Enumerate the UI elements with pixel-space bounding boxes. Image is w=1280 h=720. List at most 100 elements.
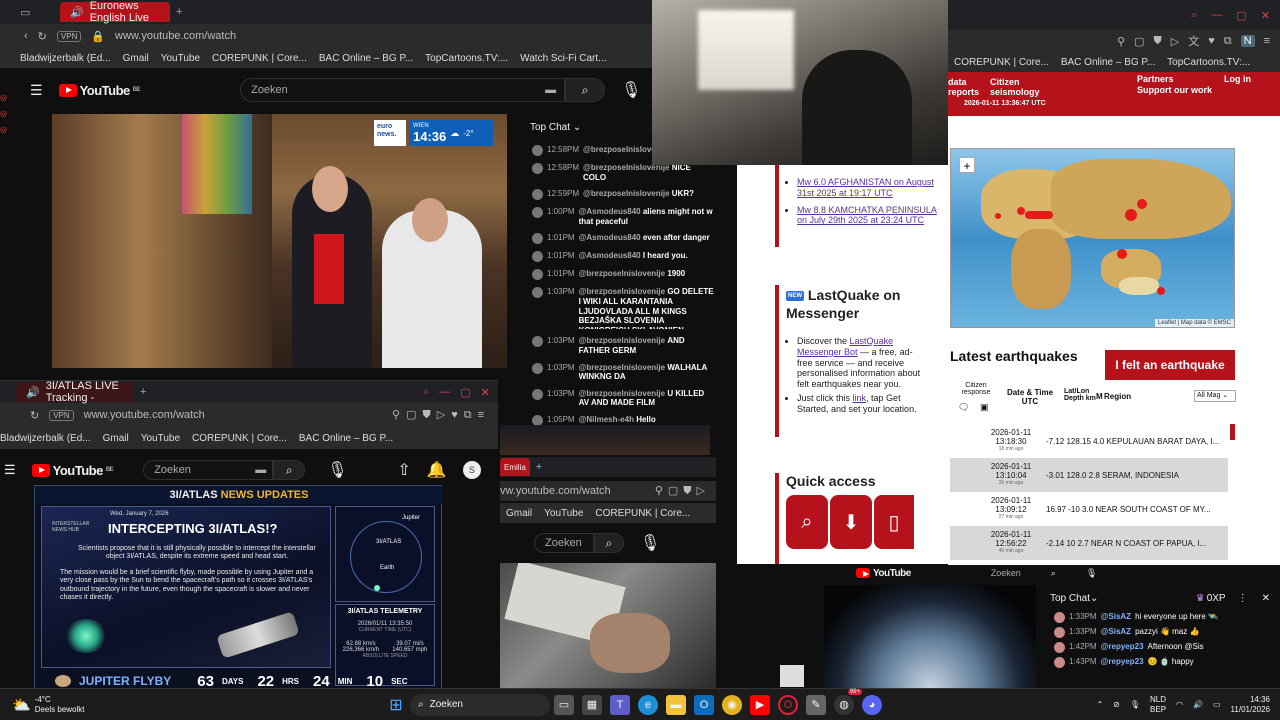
bookmark-item[interactable]: YouTube — [544, 508, 583, 519]
search-button[interactable]: ⌕ — [594, 533, 624, 553]
reload-icon[interactable]: ↻ — [38, 30, 47, 43]
table-row[interactable]: 2026-01-11 12:56:22 40 min ago -2.14 10 2.7… — [950, 526, 1228, 560]
reload-icon[interactable]: ↻ — [30, 409, 39, 422]
new-tab-button[interactable]: + — [140, 386, 146, 398]
nav-data-reports[interactable]: data reports — [948, 77, 979, 98]
outlook-icon[interactable]: O — [694, 694, 714, 715]
vpn-badge[interactable]: VPN — [56, 30, 82, 42]
col-latlon[interactable]: Lat/Lon Depth km — [1064, 388, 1096, 402]
quake-marker[interactable] — [1157, 287, 1165, 295]
bookmark-item[interactable]: COREPUNK | Core... — [954, 57, 1049, 68]
avatar[interactable] — [532, 163, 543, 174]
search-input[interactable]: Zoeken ▬ — [143, 460, 274, 480]
wifi-icon[interactable]: ◠ — [1176, 700, 1183, 709]
calculator-icon[interactable]: ▦ — [582, 694, 602, 715]
messenger-link[interactable]: link — [853, 393, 867, 403]
mic-icon[interactable]: 🎙 — [327, 460, 347, 480]
avatar[interactable] — [1054, 657, 1065, 668]
teams-icon[interactable]: T — [610, 694, 630, 715]
bookmark-item[interactable]: Bladwijzerbalk (Ed... — [0, 433, 91, 444]
table-row[interactable]: 2026-01-11 13:18:30 18 min ago -7.12 128.15… — [950, 424, 1228, 458]
extensions-icon[interactable]: ⧉ — [1224, 35, 1232, 48]
bookmark-item[interactable]: Watch Sci-Fi Cart... — [520, 53, 606, 64]
url-field[interactable]: www.youtube.com/watch — [115, 30, 236, 42]
avatar[interactable] — [532, 336, 543, 348]
tab-atlas[interactable]: 🔊 3I/ATLAS LIVE Tracking - — [16, 381, 134, 404]
youtube-logo[interactable]: YouTube BE — [58, 83, 141, 98]
profile-icon[interactable]: N — [1240, 35, 1255, 47]
chat-username[interactable]: @SisAZ — [1101, 627, 1131, 637]
chat-header[interactable]: Top Chat ⌄ ♛ 0XP ⋮ ✕ — [1040, 585, 1280, 612]
felt-earthquake-button[interactable]: I felt an earthquake — [1105, 350, 1235, 380]
play-icon[interactable]: ▷ — [1171, 35, 1179, 48]
vpn-badge[interactable]: VPN — [49, 409, 74, 421]
menu-icon[interactable]: ☰ — [4, 462, 16, 478]
pin-icon[interactable]: ⚲ — [1117, 35, 1125, 48]
nav-partners[interactable]: Partners Support our work — [1137, 74, 1212, 96]
clock[interactable]: 14:36 11/01/2026 — [1231, 695, 1270, 714]
volume-icon[interactable]: 🔊 — [1193, 700, 1203, 709]
bookmark-item[interactable]: TopCartoons.TV:... — [1167, 57, 1250, 68]
avatar[interactable] — [532, 414, 543, 425]
language-indicator[interactable]: NLD BEP — [1150, 695, 1166, 714]
shield-icon[interactable]: ⛊ — [1154, 35, 1162, 48]
notepad-icon[interactable]: ✎ — [806, 694, 826, 715]
login-button[interactable]: Log in — [1224, 74, 1251, 84]
toolbar-icons[interactable]: ⚲▢⛊▷ — [655, 484, 710, 498]
search-quake-icon[interactable]: ⌕ — [786, 495, 828, 549]
avatar[interactable] — [532, 233, 543, 245]
earthquake-map[interactable]: + Leaflet | Map data © EMSC — [950, 148, 1235, 328]
bookmark-item[interactable]: COREPUNK | Core... — [595, 508, 690, 519]
mag-select[interactable]: All Mag ⌄ — [1194, 390, 1236, 402]
atlas-stream[interactable]: 3I/ATLAS NEWS UPDATES Wed, January 7, 20… — [34, 485, 443, 688]
maximize-icon[interactable]: ▢ — [1236, 9, 1246, 22]
youtube-icon[interactable]: ▶ — [750, 694, 770, 715]
bookmark-item[interactable]: TopCartoons.TV:... — [425, 53, 508, 64]
tab-emilia[interactable]: Emilia — [500, 458, 530, 476]
screenshot-icon[interactable]: ▢ — [1134, 35, 1144, 48]
table-row[interactable]: 2026-01-11 13:10:04 26 min ago -3.01 128.0 … — [950, 458, 1228, 492]
col-region[interactable]: Region — [1104, 392, 1131, 401]
chat-username[interactable]: @Nilmesh-e4h — [579, 415, 634, 424]
zoom-in-button[interactable]: + — [959, 157, 975, 173]
back-icon[interactable]: ‹ — [24, 30, 28, 42]
search-icon[interactable]: ⌕ — [1191, 9, 1197, 22]
share-icon[interactable]: ⇧ — [398, 460, 411, 480]
chat-username[interactable]: @brezposelnislove — [583, 145, 656, 154]
mic-icon[interactable]: 🎙 — [621, 80, 641, 100]
bookmark-item[interactable]: COREPUNK | Core... — [212, 53, 307, 64]
download-icon[interactable]: ⬇ — [830, 495, 872, 549]
bookmark-item[interactable]: BAC Online – BG P... — [299, 433, 393, 444]
toolbar-icons[interactable]: ⚲▢⛊▷♥⧉≡ — [392, 408, 490, 422]
chevron-up-icon[interactable]: ⌃ — [1096, 700, 1103, 709]
discord-icon[interactable]: ◕ — [862, 694, 882, 715]
search-button[interactable]: ⌕ — [273, 460, 306, 480]
bookmark-item[interactable]: BAC Online – BG P... — [319, 53, 413, 64]
avatar[interactable] — [1054, 642, 1065, 653]
nav-citizen[interactable]: Citizen seismology — [990, 77, 1040, 98]
search-icon[interactable]: ⌕ — [423, 386, 429, 399]
avatar[interactable]: S — [462, 461, 481, 479]
quake-marker[interactable] — [995, 213, 1001, 219]
quake-marker[interactable] — [1017, 207, 1025, 215]
bookmark-item[interactable]: COREPUNK | Core... — [192, 433, 287, 444]
quake-marker[interactable] — [1025, 211, 1053, 219]
chat-username[interactable]: @Asmodeus840 — [579, 207, 641, 216]
avatar[interactable] — [532, 145, 543, 156]
obs-icon[interactable]: ◍ 99+ — [834, 688, 862, 715]
close-icon[interactable]: ✕ — [1261, 9, 1270, 22]
menu-icon[interactable]: ≡ — [1264, 35, 1270, 47]
edge-icon[interactable]: e — [638, 694, 658, 715]
mic-icon[interactable]: 🎙 — [640, 533, 660, 553]
mobile-icon[interactable]: ▯ — [874, 495, 914, 549]
avatar[interactable] — [532, 388, 543, 400]
chat-username[interactable]: @brezposelnislovenije — [579, 363, 666, 372]
chat-username[interactable]: @brezposelnislovenije — [579, 336, 666, 345]
video-player[interactable]: euro news. WIEN 14:36 ☁ -2° — [52, 114, 507, 368]
bookmark-item[interactable]: Gmail — [123, 53, 149, 64]
search-icon[interactable]: ⌕ — [1051, 568, 1056, 579]
quake-marker[interactable] — [1137, 199, 1147, 209]
table-scrollbar[interactable] — [1230, 424, 1235, 440]
minimize-icon[interactable]: — — [1211, 9, 1222, 21]
search-input[interactable]: Zoeken ▬ — [240, 78, 566, 102]
